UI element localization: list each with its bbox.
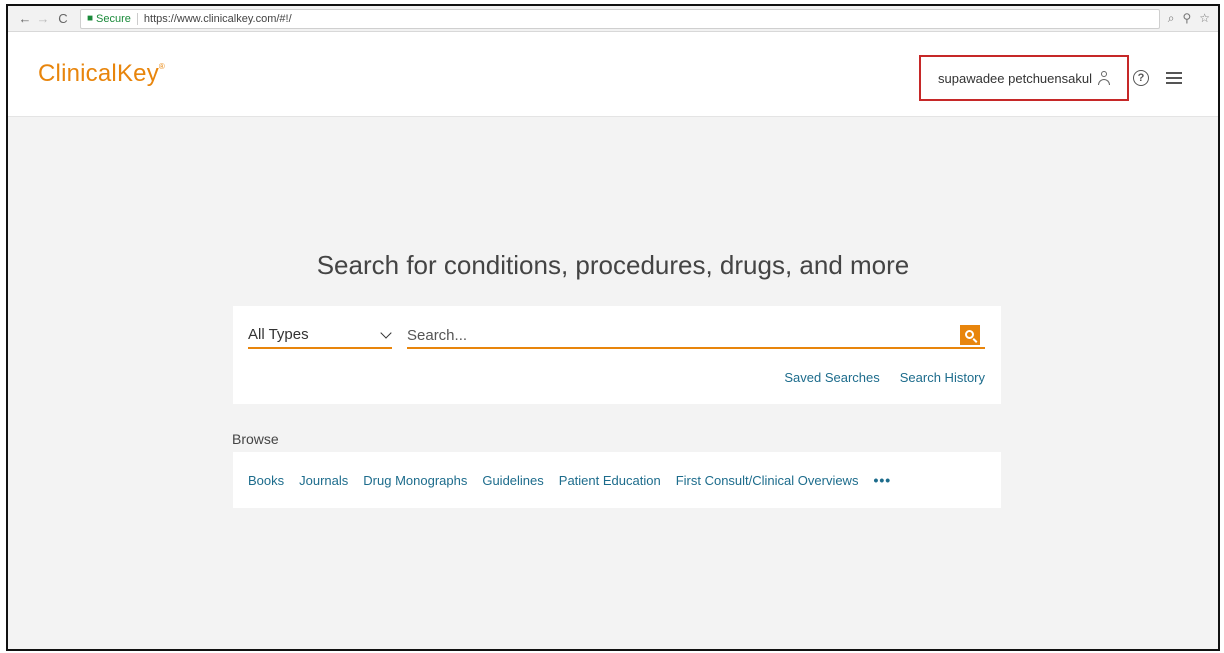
lock-icon: ■	[87, 13, 94, 24]
help-icon-glyph: ?	[1137, 72, 1145, 84]
logo-text: ClinicalKey	[38, 60, 159, 87]
secure-label: Secure	[96, 12, 131, 25]
help-icon[interactable]: ?	[1133, 70, 1149, 86]
reload-icon[interactable]: C	[54, 11, 72, 26]
address-bar[interactable]: ■ Secure https://www.clinicalkey.com/#!/	[80, 8, 1160, 29]
clinicalkey-logo[interactable]: ClinicalKey®	[38, 60, 165, 88]
browse-panel: Books Journals Drug Monographs Guideline…	[233, 452, 1001, 508]
content-type-select[interactable]: All Types	[248, 326, 392, 349]
browse-link-books[interactable]: Books	[248, 473, 284, 488]
search-history-link[interactable]: Search History	[900, 370, 985, 385]
browse-link-drug-monographs[interactable]: Drug Monographs	[363, 473, 467, 488]
app-header: ClinicalKey® supawadee petchuensakul ?	[8, 32, 1218, 117]
back-arrow-icon[interactable]: ←	[16, 11, 34, 26]
screenshot-frame: ← → C ■ Secure https://www.clinicalkey.c…	[6, 4, 1220, 651]
browse-link-patient-education[interactable]: Patient Education	[559, 473, 661, 488]
browse-link-guidelines[interactable]: Guidelines	[482, 473, 543, 488]
search-input[interactable]	[407, 324, 985, 349]
chevron-down-icon	[380, 327, 392, 339]
browse-link-journals[interactable]: Journals	[299, 473, 348, 488]
browse-heading: Browse	[232, 431, 279, 447]
user-name: supawadee petchuensakul	[938, 70, 1092, 86]
user-account-button[interactable]: supawadee petchuensakul	[919, 55, 1129, 101]
search-links: Saved Searches Search History	[784, 370, 985, 385]
page-title: Search for conditions, procedures, drugs…	[316, 250, 910, 280]
browse-more-icon[interactable]: •••	[873, 472, 891, 488]
content-type-value: All Types	[248, 326, 309, 343]
bookmark-star-icon[interactable]: ☆	[1199, 11, 1210, 26]
user-icon	[1097, 71, 1110, 85]
hamburger-menu-icon[interactable]	[1166, 72, 1182, 84]
browser-actions: ⌕ ⚲ ☆	[1168, 11, 1218, 26]
search-button[interactable]	[960, 325, 980, 345]
key-icon[interactable]: ⚲	[1182, 11, 1191, 26]
forward-arrow-icon[interactable]: →	[34, 11, 52, 26]
url-text[interactable]: https://www.clinicalkey.com/#!/	[144, 13, 292, 25]
saved-searches-link[interactable]: Saved Searches	[784, 370, 879, 385]
browser-toolbar: ← → C ■ Secure https://www.clinicalkey.c…	[8, 6, 1218, 32]
zoom-icon[interactable]: ⌕	[1168, 11, 1175, 26]
search-panel: All Types Saved Searches Search History	[233, 306, 1001, 404]
browse-link-first-consult[interactable]: First Consult/Clinical Overviews	[676, 473, 859, 488]
logo-registered-mark: ®	[158, 62, 166, 71]
address-divider	[136, 12, 138, 25]
search-icon	[964, 329, 974, 339]
